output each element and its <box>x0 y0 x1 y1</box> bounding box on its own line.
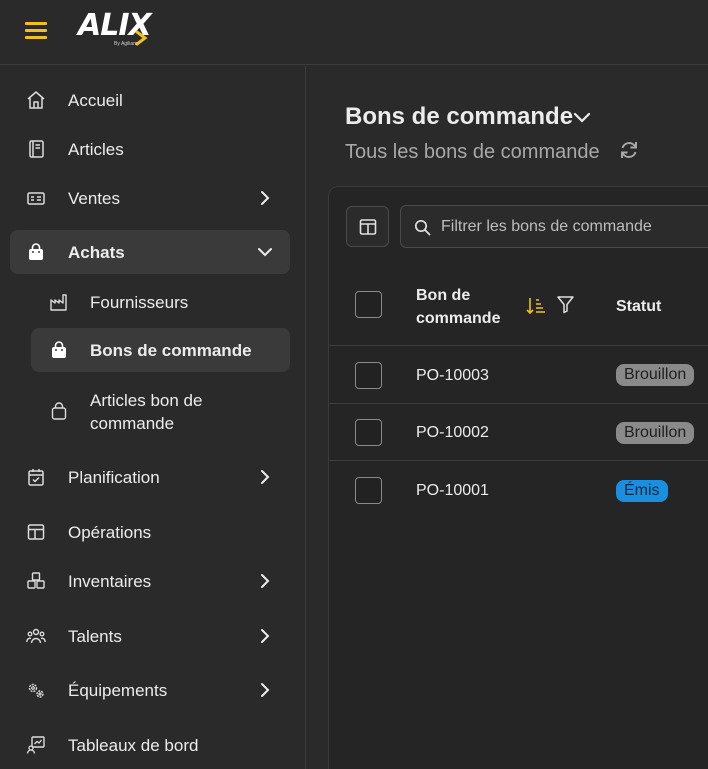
po-number[interactable]: PO-10001 <box>416 482 489 500</box>
sort-icon[interactable] <box>526 297 546 315</box>
chevron-down-icon[interactable] <box>256 243 274 261</box>
card-icon <box>27 192 45 205</box>
factory-icon <box>50 294 67 311</box>
table-panel: Bon de commande Statut PO-10003 Brouillo… <box>328 186 708 769</box>
chevron-right-icon[interactable] <box>256 681 274 699</box>
sidebar-subitem-bons-de-commande[interactable]: Bons de commande <box>31 328 290 372</box>
row-divider <box>329 403 708 404</box>
filter-icon[interactable] <box>556 295 575 314</box>
column-header-status[interactable]: Statut <box>616 295 661 318</box>
sidebar-item-equipements[interactable]: Équipements <box>10 668 290 712</box>
menu-icon[interactable] <box>25 22 47 40</box>
row-checkbox[interactable] <box>355 362 382 389</box>
sidebar-item-inventaires[interactable]: Inventaires <box>10 559 290 603</box>
sidebar-item-operations[interactable]: Opérations <box>10 510 290 554</box>
po-number[interactable]: PO-10002 <box>416 424 489 442</box>
sidebar-subitem-fournisseurs[interactable]: Fournisseurs <box>31 280 290 324</box>
view-subtitle: Tous les bons de commande <box>345 141 600 163</box>
sidebar-item-talents[interactable]: Talents <box>10 614 290 658</box>
sidebar-item-label: Achats <box>68 243 125 262</box>
gears-icon <box>28 683 44 698</box>
sidebar-item-achats[interactable]: Achats <box>10 230 290 274</box>
page-title[interactable]: Bons de commande <box>345 103 573 131</box>
status-badge: Brouillon <box>616 422 695 444</box>
status-badge: Brouillon <box>616 364 695 386</box>
sidebar-subitem-articles-bon-de-commande[interactable]: Articles bon de commande <box>31 384 290 440</box>
layout-icon <box>27 524 45 540</box>
sidebar-subitem-label: Articles bon de commande <box>90 391 203 433</box>
bag-icon <box>52 341 66 358</box>
sidebar-item-planification[interactable]: Planification <box>10 455 290 499</box>
top-bar: ALIX By Agiliam <box>0 0 708 65</box>
row-divider <box>329 345 708 346</box>
bag-outline-icon <box>51 402 67 420</box>
sidebar-item-label: Ventes <box>68 189 120 208</box>
columns-toggle-button[interactable] <box>346 206 389 247</box>
chevron-right-icon[interactable] <box>256 627 274 645</box>
sidebar-item-ventes[interactable]: Ventes <box>10 176 290 220</box>
sidebar-item-label: Inventaires <box>68 572 152 591</box>
row-divider <box>329 460 708 461</box>
dashboard-icon <box>26 736 45 754</box>
calendar-icon <box>28 469 44 486</box>
sidebar-subitem-label: Fournisseurs <box>90 293 189 312</box>
row-checkbox[interactable] <box>355 419 382 446</box>
people-icon <box>26 628 46 644</box>
sidebar-item-label: Opérations <box>68 523 152 542</box>
sidebar-item-label: Accueil <box>68 91 123 110</box>
book-icon <box>29 140 44 158</box>
sidebar-item-articles[interactable]: Articles <box>10 127 290 171</box>
search-box[interactable] <box>400 205 708 248</box>
sidebar-item-label: Équipements <box>68 681 168 700</box>
column-header-po[interactable]: Bon de commande <box>416 284 516 330</box>
status-badge: Émis <box>616 480 668 502</box>
sidebar-item-label: Tableaux de bord <box>68 736 199 755</box>
chevron-right-icon[interactable] <box>256 468 274 486</box>
sidebar: Accueil Articles Ventes Achats Fournisse… <box>0 66 306 769</box>
sidebar-item-label: Talents <box>68 627 122 646</box>
select-all-checkbox[interactable] <box>355 291 382 318</box>
sidebar-subitem-label: Bons de commande <box>90 341 252 360</box>
search-icon <box>414 219 431 236</box>
po-number[interactable]: PO-10003 <box>416 367 489 385</box>
boxes-icon <box>27 572 45 589</box>
sidebar-item-label: Planification <box>68 468 160 487</box>
row-checkbox[interactable] <box>355 477 382 504</box>
home-icon <box>27 91 45 109</box>
main-content: Bons de commande Tous les bons de comman… <box>307 66 708 769</box>
app-logo[interactable]: ALIX By Agiliam <box>78 8 158 52</box>
refresh-icon[interactable] <box>618 139 640 161</box>
sidebar-item-label: Articles <box>68 140 124 159</box>
search-input[interactable] <box>441 206 708 247</box>
sidebar-item-accueil[interactable]: Accueil <box>10 78 290 122</box>
sidebar-item-tableaux-de-bord[interactable]: Tableaux de bord <box>10 723 290 767</box>
logo-subtitle: By Agiliam <box>114 41 138 47</box>
columns-icon <box>359 219 377 235</box>
chevron-right-icon[interactable] <box>256 572 274 590</box>
chevron-right-icon[interactable] <box>256 189 274 207</box>
bag-icon <box>29 243 43 260</box>
chevron-down-icon[interactable] <box>571 109 593 127</box>
